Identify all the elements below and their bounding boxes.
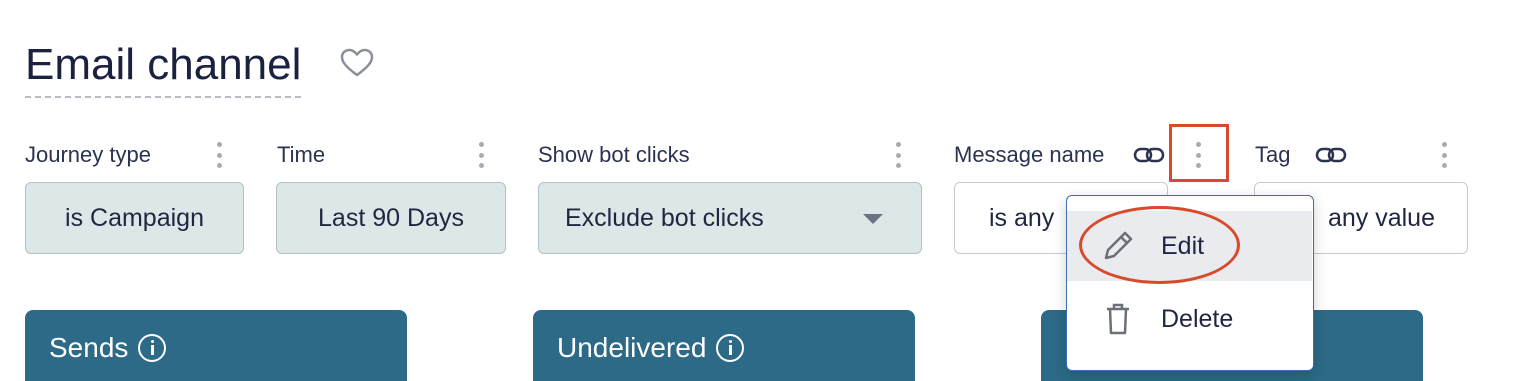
filter-select-bot-clicks[interactable]: Exclude bot clicks [538,182,922,254]
highlight-box [1169,124,1229,182]
info-icon[interactable] [716,334,745,362]
menu-item-label: Delete [1161,304,1234,333]
link-icon[interactable] [1315,144,1347,166]
info-icon[interactable] [138,334,167,362]
kebab-icon[interactable] [214,142,224,168]
heart-icon[interactable] [340,48,374,78]
card-title: Sends [49,332,167,364]
menu-item-delete[interactable]: Delete [1067,284,1312,354]
menu-item-label: Edit [1161,231,1205,260]
link-icon[interactable] [1133,144,1165,166]
filter-label: Journey type [25,142,151,167]
kebab-icon[interactable] [1439,142,1449,168]
filter-label: Show bot clicks [538,142,690,167]
card-title-text: Sends [49,332,129,363]
filter-pill-time[interactable]: Last 90 Days [276,182,506,254]
context-menu: Edit Delete [1066,195,1314,371]
kebab-icon[interactable] [476,142,486,168]
pencil-icon [1104,231,1133,260]
card-undelivered: Undelivered [533,310,915,381]
title-wrap: Email channel [25,38,302,98]
filter-label: Message name [954,142,1105,167]
kebab-icon[interactable] [893,142,903,168]
trash-icon [1107,303,1129,335]
card-title-text: Undelivered [557,332,707,363]
menu-item-edit[interactable]: Edit [1067,211,1312,281]
dashboard-page: Email channel Journey type is Campaign T… [0,0,1518,381]
caret-down-icon [863,214,883,224]
page-title[interactable]: Email channel [25,38,302,98]
select-value: Exclude bot clicks [565,203,764,232]
filter-pill-journey-type[interactable]: is Campaign [25,182,244,254]
card-sends: Sends [25,310,407,381]
filter-label: Tag [1255,142,1291,167]
filter-label: Time [277,142,326,167]
card-title: Undelivered [557,332,745,364]
